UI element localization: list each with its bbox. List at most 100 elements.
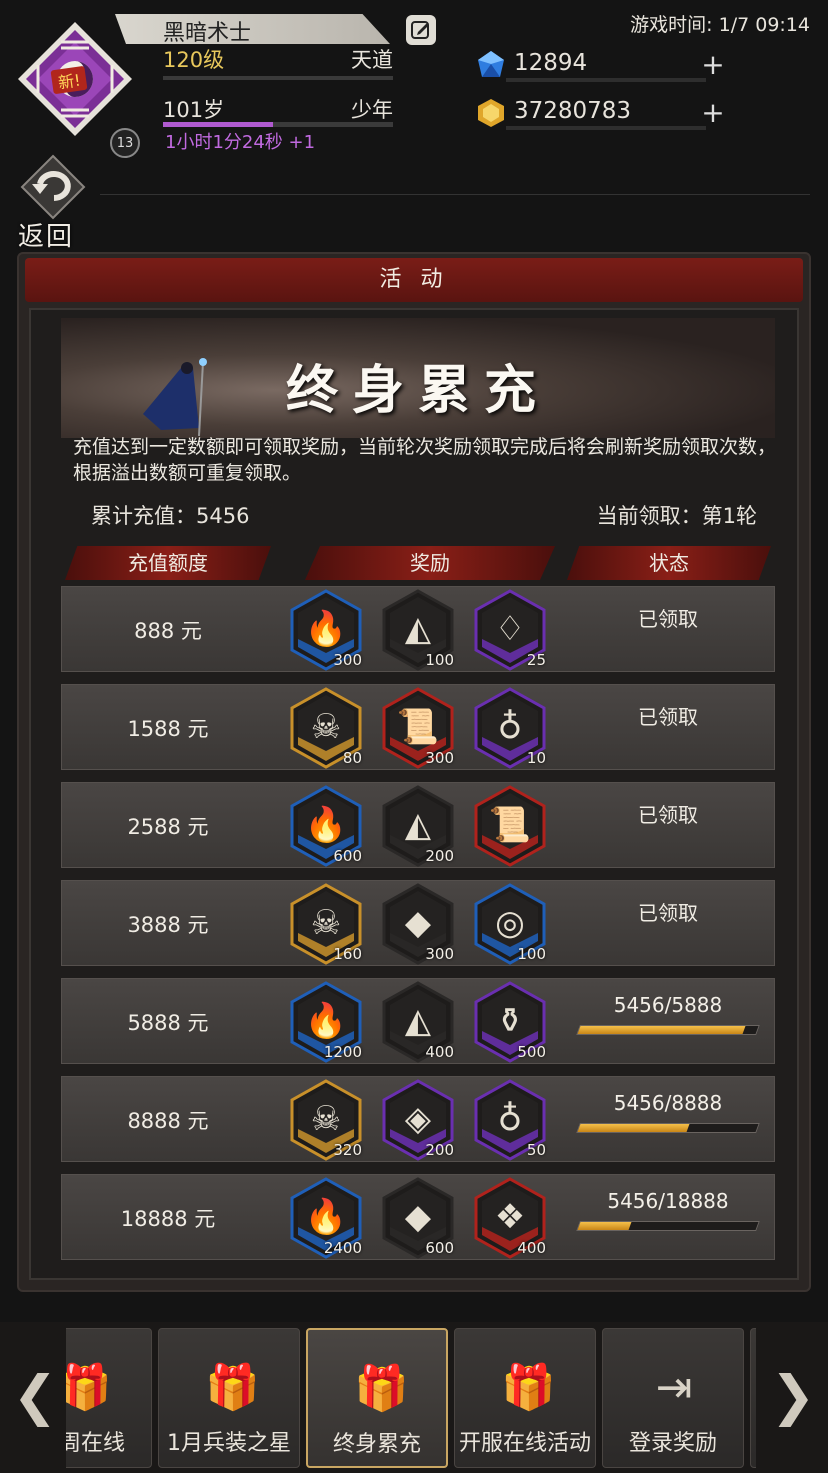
reward-item[interactable]: 📜 (474, 785, 546, 867)
reward-item[interactable]: ◭ 100 (382, 589, 454, 671)
reward-item[interactable]: ◎ 100 (474, 883, 546, 965)
reward-item[interactable]: ❖ 400 (474, 1177, 546, 1259)
progress-text: 5456/8888 (613, 1091, 723, 1115)
gem-shard-icon: ◆ (404, 903, 432, 943)
torch-icon: 🔥 (304, 609, 348, 649)
gift-icon: 🎁 (354, 1363, 409, 1414)
player-name: 黑暗术士 (163, 21, 252, 46)
new-tag: 新! (50, 65, 88, 95)
name-plate: 黑暗术士 (115, 14, 390, 44)
next-tab-button[interactable]: ❯ (768, 1366, 818, 1426)
reward-row: 18888 元 🔥 2400 ◆ 600 ❖ 400 5456/18888 (61, 1174, 775, 1260)
torch-icon: 🔥 (304, 1001, 348, 1041)
skull-icon: ☠ (310, 707, 342, 747)
add-gems-button[interactable]: + (700, 51, 726, 79)
reward-item[interactable]: ♁ 50 (474, 1079, 546, 1161)
skull-icon: ☠ (310, 903, 342, 943)
progress-bar (576, 1123, 760, 1133)
back-arrow-icon (20, 154, 86, 220)
activity-panel: 活 动 终身累充 充值达到一定数额即可领取奖励，当前轮次奖励领取完成后将会刷新奖… (17, 252, 811, 1292)
gold-currency: 37280783 + (476, 98, 726, 130)
torch-icon: 🔥 (304, 1197, 348, 1237)
recharge-amount: 8888 元 (127, 1109, 209, 1133)
age-row: 101岁 少年 (163, 94, 393, 124)
reward-item[interactable]: ◭ 400 (382, 981, 454, 1063)
edit-icon[interactable] (406, 15, 436, 45)
progress-bar (576, 1025, 760, 1035)
reward-quantity: 200 (425, 1141, 454, 1159)
reward-item[interactable]: ◆ 300 (382, 883, 454, 965)
chalice-icon: ♁ (497, 1099, 523, 1139)
reward-item[interactable]: 📜 300 (382, 687, 454, 769)
claim-status: 已领取 (638, 803, 698, 827)
chalice-icon: ♁ (497, 707, 523, 747)
age-timer: 1小时1分24秒 +1 (165, 132, 316, 153)
claim-status: 已领取 (638, 901, 698, 925)
skull-icon: ☠ (310, 1099, 342, 1139)
reward-item[interactable]: ☠ 160 (290, 883, 362, 965)
reward-quantity: 80 (342, 749, 362, 767)
reward-item[interactable]: ⚱ 500 (474, 981, 546, 1063)
back-button[interactable]: 返回 (12, 154, 92, 252)
diamond-icon: ◈ (404, 1099, 432, 1139)
panel-content: 终身累充 充值达到一定数额即可领取奖励，当前轮次奖励领取完成后将会刷新奖励领取次… (29, 308, 799, 1280)
reward-quantity: 100 (517, 945, 546, 963)
progress-text: 5456/5888 (613, 993, 723, 1017)
avatar[interactable]: 新! 13 (16, 20, 140, 158)
login-icon: ⇥ (655, 1362, 693, 1413)
gem-shard-icon: ◆ (404, 1197, 432, 1237)
reward-quantity: 600 (333, 847, 362, 865)
reward-item[interactable]: ◆ 600 (382, 1177, 454, 1259)
prev-tab-button[interactable]: ❮ (10, 1366, 60, 1426)
reward-item[interactable]: ♁ 10 (474, 687, 546, 769)
reward-quantity: 320 (333, 1141, 362, 1159)
player-level: 120级 (163, 48, 225, 72)
scroll-icon: 📜 (396, 707, 440, 747)
reward-quantity: 10 (526, 749, 546, 767)
reward-item[interactable]: ◭ 200 (382, 785, 454, 867)
reward-row: 3888 元 ☠ 160 ◆ 300 ◎ 100 已领取 (61, 880, 775, 966)
panel-title: 活 动 (379, 267, 449, 292)
recharge-amount: 3888 元 (127, 913, 209, 937)
column-header-status: 状态 (567, 546, 771, 580)
reward-quantity: 2400 (323, 1239, 362, 1257)
event-tab-label: 登录奖励 (628, 1431, 717, 1456)
reward-item[interactable]: ☠ 320 (290, 1079, 362, 1161)
reward-item[interactable]: 🔥 2400 (290, 1177, 362, 1259)
progress-fill (577, 1222, 632, 1230)
reward-item[interactable]: 🔥 600 (290, 785, 362, 867)
fragment-icon: ◭ (404, 805, 432, 845)
blue-gem-icon (478, 51, 504, 77)
reward-item[interactable]: ♢ 25 (474, 589, 546, 671)
gift-icon: 🎁 (501, 1362, 556, 1413)
event-tab[interactable]: 🎁 终身累充 (306, 1328, 448, 1468)
fragment-icon: ◭ (404, 1001, 432, 1041)
reward-quantity: 400 (425, 1043, 454, 1061)
column-header-amount-label: 充值额度 (128, 551, 208, 575)
reward-quantity: 500 (517, 1043, 546, 1061)
column-header-status-label: 状态 (649, 551, 689, 575)
header-divider (100, 194, 810, 195)
event-tab[interactable]: 🎁 1月兵装之星 (158, 1328, 300, 1468)
event-tab[interactable] (750, 1328, 756, 1468)
reward-item[interactable]: ◈ 200 (382, 1079, 454, 1161)
gift-icon: 🎁 (205, 1362, 260, 1413)
reward-item[interactable]: ☠ 80 (290, 687, 362, 769)
crystal-icon: ♢ (494, 609, 526, 649)
reward-quantity: 50 (526, 1141, 546, 1159)
reward-quantity: 400 (517, 1239, 546, 1257)
gem-currency: 12894 + (476, 50, 726, 82)
event-tab[interactable]: ⇥ 登录奖励 (602, 1328, 744, 1468)
reward-quantity: 200 (425, 847, 454, 865)
event-description: 充值达到一定数额即可领取奖励，当前轮次奖励领取完成后将会刷新奖励领取次数，根据溢… (73, 436, 777, 484)
reward-item[interactable]: 🔥 1200 (290, 981, 362, 1063)
column-header-amount: 充值额度 (65, 546, 271, 580)
event-tab[interactable]: 🎁 开服在线活动 (454, 1328, 596, 1468)
gem-amount: 12894 (514, 50, 588, 76)
add-gold-button[interactable]: + (700, 99, 726, 127)
reward-item[interactable]: 🔥 300 (290, 589, 362, 671)
reward-quantity: 25 (526, 651, 546, 669)
reward-row: 888 元 🔥 300 ◭ 100 ♢ 25 已领取 (61, 586, 775, 672)
reward-quantity: 1200 (323, 1043, 362, 1061)
scroll-plus16-icon: 📜 (488, 805, 532, 845)
